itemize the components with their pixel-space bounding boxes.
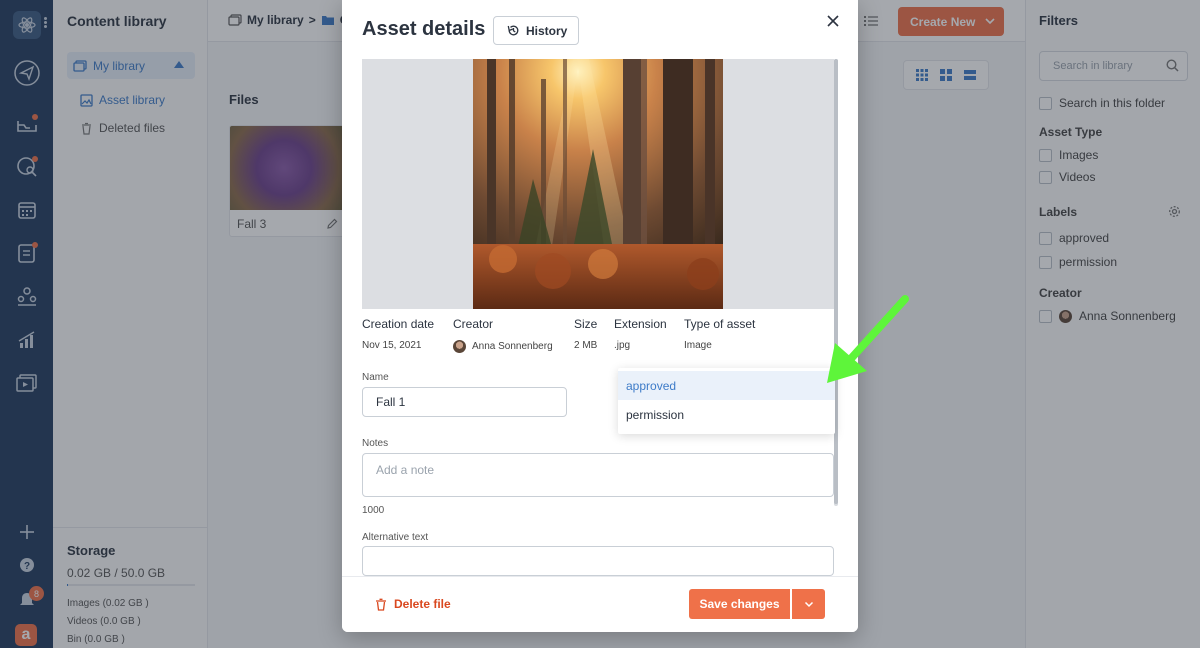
- trash-icon: [376, 598, 386, 611]
- notes-label: Notes: [362, 438, 389, 449]
- alt-text-label: Alternative text: [362, 532, 429, 543]
- meta-size: Size 2 MB: [574, 317, 598, 351]
- dropdown-option-approved[interactable]: approved: [618, 371, 835, 400]
- dropdown-option-permission[interactable]: permission: [618, 400, 835, 429]
- avatar: [453, 340, 466, 353]
- notes-input[interactable]: Add a note: [362, 453, 834, 497]
- close-icon[interactable]: [824, 12, 842, 30]
- history-icon: [507, 25, 519, 36]
- meta-creation-date: Creation date Nov 15, 2021: [362, 317, 435, 351]
- forest-photo: [473, 59, 723, 309]
- asset-details-modal: Asset details History Creation date Nov …: [342, 0, 858, 632]
- name-label: Name: [362, 372, 389, 383]
- name-input[interactable]: Fall 1: [362, 387, 567, 417]
- modal-footer: Delete file Save changes: [342, 576, 858, 632]
- notes-char-count: 1000: [362, 505, 385, 516]
- modal-scrollbar[interactable]: [834, 59, 838, 506]
- annotation-arrow-icon: [827, 295, 909, 383]
- asset-preview: [362, 59, 834, 309]
- save-changes-button[interactable]: Save changes: [689, 589, 790, 619]
- meta-type: Type of asset Image: [684, 317, 756, 351]
- delete-file-button[interactable]: Delete file: [375, 597, 451, 611]
- meta-extension: Extension .jpg: [614, 317, 667, 351]
- alt-text-input[interactable]: [362, 546, 834, 576]
- history-button[interactable]: History: [493, 16, 579, 45]
- labels-dropdown: approved permission: [618, 368, 835, 434]
- meta-creator: Creator Anna Sonnenberg: [453, 317, 553, 353]
- modal-title: Asset details: [362, 18, 486, 40]
- save-options-chevron-icon[interactable]: [792, 589, 825, 619]
